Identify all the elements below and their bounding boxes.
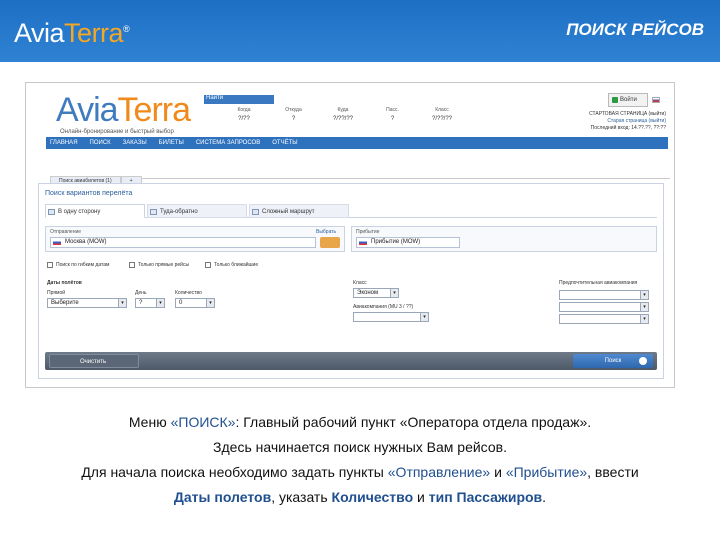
class-label: Класс (353, 280, 367, 286)
page-tabs: Поиск авиабилетов (1) + (50, 169, 670, 186)
chevron-down-icon: ▾ (118, 299, 126, 307)
flex-dates-checkbox[interactable]: Поиск по гибким датам (47, 262, 109, 268)
airline-label: Авиакомпания (MU 3 / ??) (353, 304, 414, 310)
action-bar: Очистить Поиск (45, 352, 657, 370)
power-icon (612, 97, 618, 103)
account-line[interactable]: Старая страница (выйти) (607, 118, 666, 124)
app-tagline: Онлайн-бронирование и быстрый выбор (60, 129, 174, 135)
date-sub-label: Прямой (47, 290, 66, 296)
account-line[interactable]: СТАРТОВАЯ СТРАНИЦА (выйти) (589, 111, 666, 117)
slide-caption: Меню «ПОИСК»: Главный рабочий пункт «Опе… (0, 410, 720, 510)
menu-item-orders[interactable]: Заказы (123, 140, 147, 146)
panel-title: Поиск вариантов перелёта (45, 190, 133, 197)
plane-icon (150, 209, 157, 215)
chevron-down-icon: ▾ (640, 315, 648, 323)
brand-logo: AviaTerra® (14, 18, 130, 48)
chevron-down-icon: ▾ (156, 299, 164, 307)
departure-input[interactable]: Москва (MOW) (50, 237, 316, 248)
caption-line-1: Меню «ПОИСК»: Главный рабочий пункт «Опе… (128, 414, 592, 430)
preferred-airline-select-2[interactable]: ▾ (559, 302, 649, 312)
dates-label: Даты полётов (47, 280, 82, 286)
account-line: Последний вход: 14.??.??, ??:?? (590, 125, 666, 131)
departure-box: Отправление Выбрать Москва (MOW) (45, 226, 345, 252)
nearest-checkbox[interactable]: Только ближайшие (205, 262, 258, 268)
quick-search-box: Найти Когда ?/?? Откуда? Куда ?/??/?? Пасс… (204, 95, 462, 127)
search-panel: Поиск вариантов перелёта В одну сторону … (38, 183, 664, 379)
quick-search-header: Найти (204, 95, 274, 104)
date-sub-label: День (135, 290, 147, 296)
clear-button[interactable]: Очистить (49, 354, 139, 368)
plane-icon (252, 209, 259, 215)
chevron-down-icon: ▾ (640, 291, 648, 299)
tab-complex-route[interactable]: Сложный маршрут (249, 204, 349, 218)
tab-round-trip[interactable]: Туда-обратно (147, 204, 247, 218)
airline-select[interactable]: ▾ (353, 312, 429, 322)
menu-item-home[interactable]: Главная (50, 140, 78, 146)
menu-item-reports[interactable]: Отчёты (272, 140, 297, 146)
menu-item-requests[interactable]: Система запросов (196, 140, 260, 146)
quick-search-col[interactable]: Пасс.? (373, 107, 413, 122)
departure-select-link[interactable]: Выбрать (316, 229, 336, 235)
page-title: ПОИСК РЕЙСОВ (566, 20, 704, 39)
quick-search-col[interactable]: Когда ?/?? (224, 107, 264, 122)
preferred-airline-select-1[interactable]: ▾ (559, 290, 649, 300)
chevron-down-icon: ▾ (390, 289, 398, 297)
header-bar: AviaTerra® ПОИСК РЕЙСОВ (0, 0, 720, 62)
swap-button[interactable] (320, 237, 340, 248)
caption-line-3: Для начала поиска необходимо задать пунк… (81, 464, 639, 480)
arrival-input[interactable]: Прибытие (MOW) (356, 237, 460, 248)
date-sub-label: Количество (175, 290, 202, 296)
flag-icon (359, 240, 367, 245)
arrival-label: Прибытие (356, 229, 380, 235)
preferred-airline-select-3[interactable]: ▾ (559, 314, 649, 324)
main-menu: Главная Поиск Заказы Билеты Система запр… (46, 137, 668, 149)
passenger-count-select[interactable]: 0 ▾ (175, 298, 215, 308)
menu-item-tickets[interactable]: Билеты (159, 140, 184, 146)
direct-flights-checkbox[interactable]: Только прямые рейсы (129, 262, 189, 268)
chevron-down-icon: ▾ (206, 299, 214, 307)
app-logo[interactable]: AviaTerra Онлайн-бронирование и быстрый … (56, 91, 191, 135)
caption-line-4: Даты полетов, указать Количество и тип П… (173, 489, 547, 505)
flag-icon (53, 240, 61, 245)
class-select[interactable]: Эконом ▾ (353, 288, 399, 298)
quick-search-col[interactable]: Класс ?/??/?? (422, 107, 462, 122)
departure-label: Отправление (50, 229, 82, 235)
trip-type-tabs: В одну сторону Туда-обратно Сложный марш… (45, 204, 657, 218)
caption-line-2: Здесь начинается поиск нужных Вам рейсов… (213, 439, 507, 455)
menu-item-search[interactable]: Поиск (90, 140, 111, 146)
arrival-box: Прибытие Прибытие (MOW) (351, 226, 657, 252)
tab-one-way[interactable]: В одну сторону (45, 204, 145, 218)
chevron-down-icon: ▾ (640, 303, 648, 311)
chevron-down-icon: ▾ (420, 313, 428, 321)
day-select[interactable]: ? ▾ (135, 298, 165, 308)
plane-icon (48, 209, 55, 215)
search-button[interactable]: Поиск (573, 354, 653, 368)
date-select[interactable]: Выберите ▾ (47, 298, 127, 308)
language-flag-icon[interactable] (652, 97, 660, 103)
preferred-airline-label: Предпочтительная авиакомпания (559, 280, 638, 286)
app-screenshot: AviaTerra Онлайн-бронирование и быстрый … (25, 82, 675, 388)
quick-search-col[interactable]: Куда ?/??/?? (323, 107, 363, 122)
quick-search-col[interactable]: Откуда? (274, 107, 314, 122)
login-button[interactable]: Войти (608, 93, 648, 107)
account-area: Войти СТАРТОВАЯ СТРАНИЦА (выйти) Старая … (546, 89, 666, 135)
arrow-icon (639, 357, 647, 365)
